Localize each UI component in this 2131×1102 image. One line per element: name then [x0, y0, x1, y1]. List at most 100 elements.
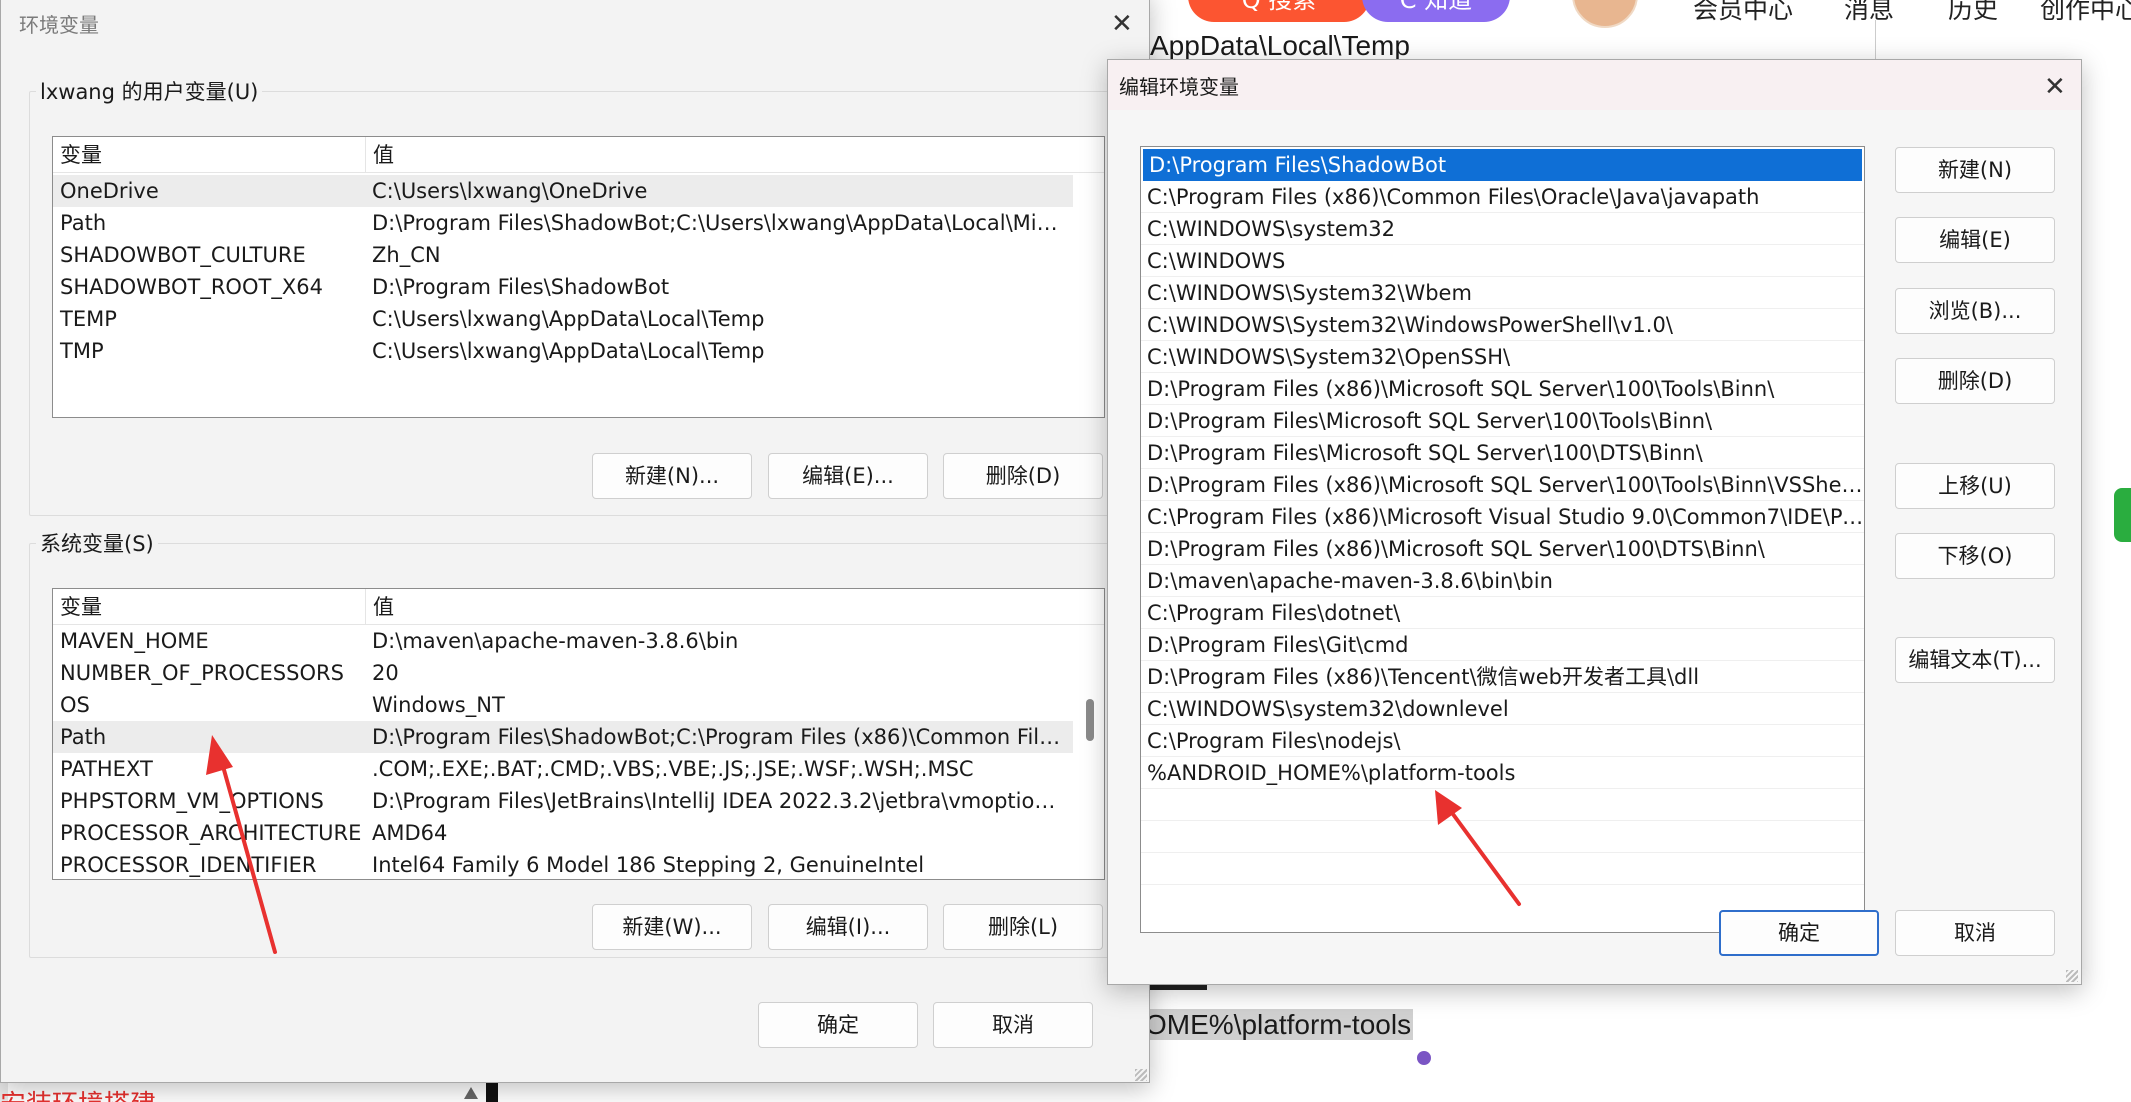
table-row[interactable]: PATHEXT .COM;.EXE;.BAT;.CMD;.VBS;.VBE;.J…: [53, 753, 1073, 785]
system-variables-legend: 系统变量(S): [40, 532, 154, 556]
list-item[interactable]: C:\WINDOWS\system32: [1141, 213, 1864, 245]
list-header: 变量 值: [53, 137, 1104, 173]
background-dot: [1417, 1051, 1431, 1065]
row-name: SHADOWBOT_CULTURE: [60, 243, 306, 267]
row-value: Zh_CN: [372, 243, 441, 267]
background-nav-create[interactable]: 创作中心: [2040, 0, 2131, 26]
edit-button[interactable]: 编辑(E): [1895, 217, 2055, 263]
cancel-button[interactable]: 取消: [933, 1002, 1093, 1048]
header-variable[interactable]: 变量: [53, 589, 365, 625]
row-value: 20: [372, 661, 399, 685]
close-icon[interactable]: ✕: [2044, 74, 2066, 100]
user-new-button[interactable]: 新建(N)...: [592, 453, 752, 499]
list-item[interactable]: C:\WINDOWS\system32\downlevel: [1141, 693, 1864, 725]
background-bottom-text: …: [585, 1088, 609, 1102]
background-nav-history[interactable]: 历史: [1948, 0, 1998, 26]
edit-text-button[interactable]: 编辑文本(T)...: [1895, 637, 2055, 683]
background-ai-button[interactable]: C 知道: [1362, 0, 1510, 22]
row-name: PROCESSOR_IDENTIFIER: [60, 853, 317, 877]
delete-button[interactable]: 删除(D): [1895, 358, 2055, 404]
list-item[interactable]: D:\Program Files (x86)\Microsoft SQL Ser…: [1141, 533, 1864, 565]
user-delete-button[interactable]: 删除(D): [943, 453, 1103, 499]
new-button[interactable]: 新建(N): [1895, 147, 2055, 193]
background-article-heading: 安装环境搭建: [0, 1084, 156, 1102]
close-icon[interactable]: ✕: [1111, 11, 1133, 37]
list-item[interactable]: D:\Program Files\Microsoft SQL Server\10…: [1141, 405, 1864, 437]
row-value: AMD64: [372, 821, 448, 845]
ok-button[interactable]: 确定: [1719, 910, 1879, 956]
ok-button[interactable]: 确定: [758, 1002, 918, 1048]
row-value: D:\Program Files\JetBrains\IntelliJ IDEA…: [372, 789, 1067, 813]
list-item[interactable]: C:\Program Files (x86)\Common Files\Orac…: [1141, 181, 1864, 213]
list-item[interactable]: D:\Program Files (x86)\Microsoft SQL Ser…: [1141, 469, 1864, 501]
table-row[interactable]: TEMP C:\Users\lxwang\AppData\Local\Temp: [53, 303, 1073, 335]
background-nav-member[interactable]: 会员中心: [1693, 0, 1793, 26]
list-item[interactable]: D:\Program Files (x86)\Tencent\微信web开发者工…: [1141, 661, 1864, 693]
move-up-button[interactable]: 上移(U): [1895, 463, 2055, 509]
table-row[interactable]: PROCESSOR_IDENTIFIER Intel64 Family 6 Mo…: [53, 849, 1073, 879]
cancel-button[interactable]: 取消: [1895, 910, 2055, 956]
table-row[interactable]: OS Windows_NT: [53, 689, 1073, 721]
list-item[interactable]: C:\Program Files\nodejs\: [1141, 725, 1864, 757]
header-variable[interactable]: 变量: [53, 137, 365, 173]
list-item[interactable]: D:\Program Files\ShadowBot: [1143, 149, 1862, 181]
table-row[interactable]: SHADOWBOT_ROOT_X64 D:\Program Files\Shad…: [53, 271, 1073, 303]
edit-env-variable-dialog: 编辑环境变量 ✕ D:\Program Files\ShadowBot C:\P…: [1107, 59, 2082, 985]
table-row[interactable]: PHPSTORM_VM_OPTIONS D:\Program Files\Jet…: [53, 785, 1073, 817]
header-value[interactable]: 值: [365, 589, 1104, 625]
resize-grip-icon[interactable]: [2066, 970, 2078, 982]
table-row[interactable]: TMP C:\Users\lxwang\AppData\Local\Temp: [53, 335, 1073, 367]
system-list-scrollbar[interactable]: [1086, 699, 1094, 741]
list-item[interactable]: D:\Program Files (x86)\Microsoft SQL Ser…: [1141, 373, 1864, 405]
table-row[interactable]: NUMBER_OF_PROCESSORS 20: [53, 657, 1073, 689]
user-variables-list[interactable]: 变量 值 OneDrive C:\Users\lxwang\OneDrive P…: [52, 136, 1105, 418]
background-highlight-text: OME%\platform-tools: [1143, 1009, 1414, 1040]
list-item[interactable]: D:\Program Files\Git\cmd: [1141, 629, 1864, 661]
list-item[interactable]: [1141, 789, 1864, 821]
title-bar: [1108, 60, 2081, 110]
browse-button[interactable]: 浏览(B)...: [1895, 288, 2055, 334]
table-row[interactable]: MAVEN_HOME D:\maven\apache-maven-3.8.6\b…: [53, 625, 1073, 657]
user-edit-button[interactable]: 编辑(E)...: [768, 453, 928, 499]
system-variables-list[interactable]: 变量 值 MAVEN_HOME D:\maven\apache-maven-3.…: [52, 588, 1105, 880]
table-row[interactable]: PROCESSOR_ARCHITECTURE AMD64: [53, 817, 1073, 849]
list-item[interactable]: C:\WINDOWS\System32\WindowsPowerShell\v1…: [1141, 309, 1864, 341]
resize-grip-icon[interactable]: [1135, 1069, 1147, 1081]
list-item[interactable]: C:\Program Files\dotnet\: [1141, 597, 1864, 629]
list-item[interactable]: %ANDROID_HOME%\platform-tools: [1141, 757, 1864, 789]
row-name: MAVEN_HOME: [60, 629, 209, 653]
list-item[interactable]: [1141, 853, 1864, 885]
background-search-button[interactable]: Q 搜索: [1188, 0, 1370, 22]
row-value: C:\Users\lxwang\AppData\Local\Temp: [372, 339, 765, 363]
dialog-title: 环境变量: [19, 13, 99, 37]
row-name: Path: [60, 211, 107, 235]
system-delete-button[interactable]: 删除(L): [943, 904, 1103, 950]
header-value[interactable]: 值: [365, 137, 1104, 173]
row-name: OS: [60, 693, 90, 717]
row-value: D:\Program Files\ShadowBot;C:\Program Fi…: [372, 725, 1067, 749]
list-item[interactable]: D:\Program Files\Microsoft SQL Server\10…: [1141, 437, 1864, 469]
list-item[interactable]: C:\WINDOWS\System32\Wbem: [1141, 277, 1864, 309]
list-item[interactable]: D:\maven\apache-maven-3.8.6\bin\bin: [1141, 565, 1864, 597]
list-item[interactable]: [1141, 821, 1864, 853]
list-item[interactable]: C:\WINDOWS\System32\OpenSSH\: [1141, 341, 1864, 373]
move-down-button[interactable]: 下移(O): [1895, 533, 2055, 579]
row-name: SHADOWBOT_ROOT_X64: [60, 275, 323, 299]
row-value: D:\Program Files\ShadowBot;C:\Users\lxwa…: [372, 211, 1067, 235]
background-nav-messages[interactable]: 消息: [1844, 0, 1894, 26]
system-edit-button[interactable]: 编辑(I)...: [768, 904, 928, 950]
triangle-icon: [464, 1087, 478, 1099]
table-row[interactable]: Path D:\Program Files\ShadowBot;C:\Progr…: [53, 721, 1073, 753]
table-row[interactable]: OneDrive C:\Users\lxwang\OneDrive: [53, 175, 1073, 207]
row-value: D:\maven\apache-maven-3.8.6\bin: [372, 629, 739, 653]
background-green-tab[interactable]: [2114, 488, 2131, 542]
table-row[interactable]: SHADOWBOT_CULTURE Zh_CN: [53, 239, 1073, 271]
list-item[interactable]: C:\WINDOWS: [1141, 245, 1864, 277]
background-avatar[interactable]: [1572, 0, 1638, 28]
table-row[interactable]: Path D:\Program Files\ShadowBot;C:\Users…: [53, 207, 1073, 239]
env-variables-dialog: 环境变量 ✕ lxwang 的用户变量(U) 变量 值 OneDrive C:\…: [0, 0, 1150, 1083]
system-new-button[interactable]: 新建(W)...: [592, 904, 752, 950]
path-list[interactable]: D:\Program Files\ShadowBot C:\Program Fi…: [1140, 146, 1865, 933]
list-item[interactable]: C:\Program Files (x86)\Microsoft Visual …: [1141, 501, 1864, 533]
row-name: PATHEXT: [60, 757, 153, 781]
